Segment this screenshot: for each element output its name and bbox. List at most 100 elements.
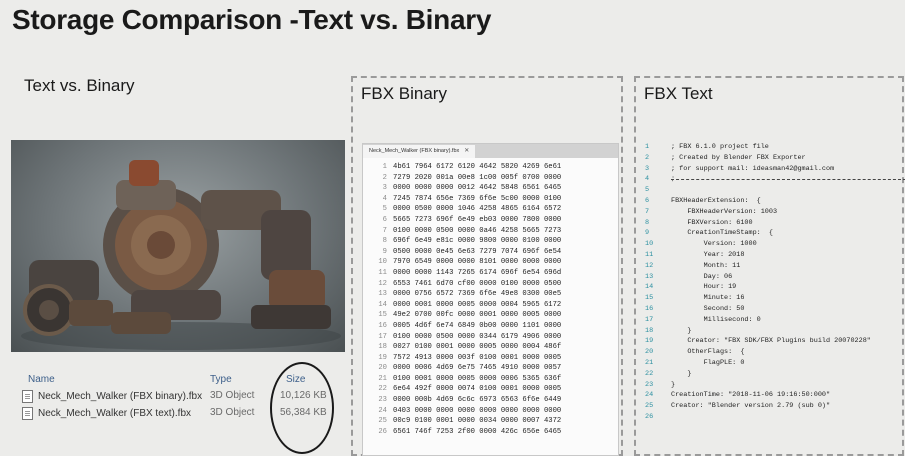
hex-line: 2 7279 2020 001a 00e8 1c00 005f 0700 0000 <box>363 173 618 184</box>
code-line: 9 CreationTimeStamp: { <box>645 228 900 239</box>
code-text: FBXHeaderExtension: { <box>671 196 761 205</box>
code-text: FBXVersion: 6100 <box>671 218 753 227</box>
line-number: 3 <box>382 184 387 193</box>
hex-bytes: 0100 0001 0000 0005 0000 0006 5365 636f <box>393 374 562 383</box>
code-line: 15 Minute: 16 <box>645 293 900 304</box>
code-text: FlagPLE: 0 <box>671 358 745 367</box>
line-number: 20 <box>378 364 387 373</box>
hex-line: 20 0000 0006 4d69 6e75 7465 4910 0000 005… <box>363 363 618 374</box>
hex-line: 21 0100 0001 0000 0005 0000 0006 5365 636… <box>363 374 618 385</box>
editor-tab[interactable]: Neck_Mech_Walker (FBX binary).fbx ✕ <box>363 145 476 158</box>
hex-line: 14 0000 0001 0000 0005 0000 0004 5965 617… <box>363 300 618 311</box>
hex-bytes: 7970 6549 0000 0000 8101 0000 0000 0000 <box>393 258 562 267</box>
hex-line: 6 5665 7273 696f 6e49 eb03 0000 7800 0000 <box>363 215 618 226</box>
line-number: 3 <box>645 164 650 173</box>
hex-bytes: 0000 0500 0000 1046 4258 4865 6164 6572 <box>393 205 562 214</box>
hex-line: 23 0000 000b 4d69 6c6c 6973 6563 6f6e 644… <box>363 395 618 406</box>
hex-bytes: 7572 4913 0000 003f 0100 0001 0000 0005 <box>393 353 562 362</box>
comment-separator-line <box>671 179 905 181</box>
code-line: 20 OtherFlags: { <box>645 347 900 358</box>
code-line: 13 Day: 06 <box>645 272 900 283</box>
code-text: Day: 06 <box>671 272 733 281</box>
hex-line: 19 7572 4913 0000 003f 0100 0001 0000 000… <box>363 353 618 364</box>
line-number: 26 <box>645 412 654 421</box>
line-number: 15 <box>645 294 654 303</box>
hex-line: 26 6561 746f 7253 2f00 0000 426c 656e 646… <box>363 427 618 438</box>
code-line: 22 } <box>645 369 900 380</box>
fbx-text-panel: FBX Text 1 ; FBX 6.1.0 project file 2 ; Cre… <box>634 76 905 456</box>
code-text: ; for support mail: ideasman42@gmail.com <box>671 164 835 173</box>
line-number: 9 <box>382 247 387 256</box>
line-number: 16 <box>645 304 654 313</box>
code-text: Second: 50 <box>671 304 745 313</box>
line-number: 8 <box>382 237 387 246</box>
hex-bytes: 0000 0000 0000 0012 4642 5848 6561 6465 <box>393 184 562 193</box>
line-number: 10 <box>645 240 654 249</box>
hex-bytes: 6553 7461 6d70 cf00 0000 0100 0000 0500 <box>393 279 562 288</box>
line-number: 23 <box>645 380 654 389</box>
line-number: 8 <box>645 218 650 227</box>
line-number: 18 <box>378 343 387 352</box>
line-number: 21 <box>645 358 654 367</box>
code-line: 4; <box>645 174 905 185</box>
line-number: 5 <box>645 186 650 195</box>
line-number: 4 <box>645 175 650 184</box>
code-line: 17 Millisecond: 0 <box>645 315 900 326</box>
hex-line: 1 4b61 7964 6172 6120 4642 5820 4269 6e61 <box>363 162 618 173</box>
code-text: Month: 11 <box>671 261 741 270</box>
hex-line: 15 49e2 0700 00fc 0000 0001 0000 0005 000… <box>363 310 618 321</box>
line-number: 2 <box>645 153 650 162</box>
hex-line: 7 0100 0000 0500 0000 0a46 4258 5665 7273 <box>363 226 618 237</box>
hex-bytes: 0500 0000 0e45 6e63 7279 7074 696f 6e54 <box>393 247 562 256</box>
editor-tab-label: Neck_Mech_Walker (FBX binary).fbx <box>369 148 460 154</box>
line-number: 25 <box>645 402 654 411</box>
code-line: 18 } <box>645 326 900 337</box>
hex-bytes: 4b61 7964 6172 6120 4642 5820 4269 6e61 <box>393 163 562 171</box>
file-type: 3D Object <box>210 390 255 401</box>
code-line: 2 ; Created by Blender FBX Exporter <box>645 153 900 164</box>
code-text: Creator: "FBX SDK/FBX Plugins build 2007… <box>671 337 871 346</box>
file-name: Neck_Mech_Walker (FBX text).fbx <box>38 408 192 419</box>
code-line: 10 Version: 1000 <box>645 239 900 250</box>
line-number: 7 <box>382 226 387 235</box>
line-number: 26 <box>378 427 387 436</box>
code-text: } <box>671 369 692 378</box>
fbx-binary-panel: FBX Binary Neck_Mech_Walker (FBX binary)… <box>351 76 623 456</box>
hex-bytes: 0100 0000 0500 0000 0a46 4258 5665 7273 <box>393 226 562 235</box>
line-number: 12 <box>378 279 387 288</box>
code-text: Creator: "Blender version 2.79 (sub 0)" <box>671 402 831 411</box>
fbx-binary-heading: FBX Binary <box>361 84 447 103</box>
line-number: 19 <box>378 353 387 362</box>
hex-bytes: 0027 0100 0001 0000 0005 0000 0004 486f <box>393 343 562 352</box>
hex-bytes: 0000 0756 6572 7369 6f6e 49e8 0300 00e5 <box>393 290 562 299</box>
code-line: 3 ; for support mail: ideasman42@gmail.co… <box>645 164 900 175</box>
line-number: 13 <box>645 272 654 281</box>
line-number: 21 <box>378 374 387 383</box>
line-number: 5 <box>382 205 387 214</box>
hex-line: 11 0000 0000 1143 7265 6174 696f 6e54 696… <box>363 268 618 279</box>
code-text: Minute: 16 <box>671 294 745 303</box>
line-number: 15 <box>378 311 387 320</box>
hex-line: 3 0000 0000 0000 0012 4642 5848 6561 6465 <box>363 183 618 194</box>
hex-line: 25 00c9 0100 0001 0000 0034 0000 0007 437… <box>363 416 618 427</box>
hex-bytes: 6e64 492f 0000 0074 0100 0001 0000 0005 <box>393 385 562 394</box>
hex-bytes: 0403 0000 0000 0000 0000 0000 0000 0000 <box>393 406 562 415</box>
line-number: 1 <box>382 163 387 171</box>
code-line: 16 Second: 50 <box>645 304 900 315</box>
hex-bytes: 0000 000b 4d69 6c6c 6973 6563 6f6e 6449 <box>393 396 562 405</box>
mech-walker-render-image <box>11 140 345 352</box>
code-line: 26 <box>645 412 900 423</box>
line-number: 10 <box>378 258 387 267</box>
column-header-type[interactable]: Type <box>210 374 232 385</box>
hex-bytes: 696f 6e49 e81c 0000 9800 0000 0100 0000 <box>393 237 562 246</box>
line-number: 9 <box>645 229 650 238</box>
code-text: Version: 1000 <box>671 240 757 249</box>
size-highlight-circle <box>270 362 334 454</box>
file-icon <box>22 390 33 403</box>
file-type: 3D Object <box>210 407 255 418</box>
code-line: 7 FBXHeaderVersion: 1003 <box>645 207 900 218</box>
column-header-name[interactable]: Name <box>28 374 55 385</box>
code-text: CreationTime: "2018-11-06 19:16:50:000" <box>671 391 831 400</box>
hex-bytes: 7279 2020 001a 00e8 1c00 005f 0700 0000 <box>393 173 562 182</box>
close-icon[interactable]: ✕ <box>464 145 469 158</box>
